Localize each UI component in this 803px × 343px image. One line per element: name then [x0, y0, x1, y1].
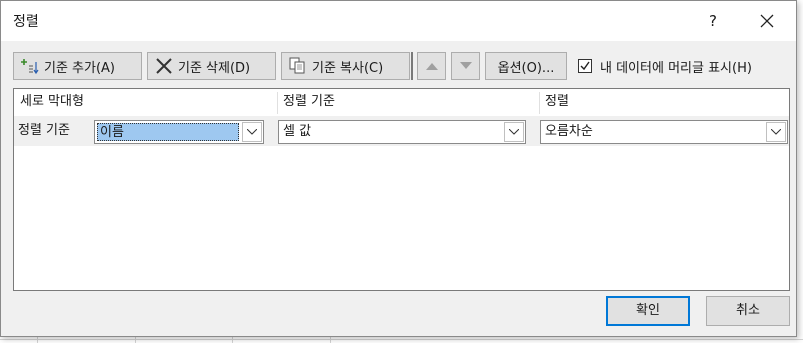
add-level-button[interactable]: 기준 추가(A) — [13, 52, 142, 80]
up-arrow-icon — [425, 63, 438, 70]
add-level-label: 기준 추가(A) — [44, 60, 116, 76]
move-up-button[interactable] — [417, 52, 446, 80]
down-arrow-icon — [459, 62, 472, 69]
close-icon — [760, 14, 774, 28]
help-button[interactable]: ? — [698, 7, 728, 35]
sort-on-select[interactable]: 셀 값 — [278, 120, 526, 144]
column-header-column: 세로 막대형 — [20, 94, 84, 109]
delete-level-label: 기준 삭제(D) — [178, 60, 251, 76]
column-select-value: 이름 — [97, 123, 239, 141]
options-label: 옵션(O)... — [497, 60, 555, 76]
move-down-button[interactable] — [451, 52, 480, 80]
chevron-down-icon — [247, 129, 257, 135]
order-dropdown-button[interactable] — [766, 122, 786, 142]
close-button[interactable] — [749, 7, 785, 35]
sort-levels-grid: 세로 막대형 정렬 기준 정렬 정렬 기준 이름 셀 값 오름차순 — [13, 88, 790, 291]
dialog-title: 정렬 — [13, 14, 39, 30]
copy-icon — [288, 57, 308, 75]
copy-level-button[interactable]: 기준 복사(C) — [281, 52, 410, 80]
cancel-button[interactable]: 취소 — [706, 296, 790, 326]
order-select[interactable]: 오름차순 — [540, 120, 788, 144]
ok-button[interactable]: 확인 — [606, 296, 690, 326]
order-select-value: 오름차순 — [545, 124, 593, 139]
delete-x-icon — [154, 57, 174, 75]
delete-level-button[interactable]: 기준 삭제(D) — [147, 52, 276, 80]
chevron-down-icon — [509, 129, 519, 135]
options-button[interactable]: 옵션(O)... — [485, 52, 567, 80]
sort-on-select-value: 셀 값 — [283, 124, 312, 139]
toolbar-separator — [411, 52, 413, 80]
column-select[interactable]: 이름 — [94, 120, 264, 144]
copy-level-label: 기준 복사(C) — [312, 60, 384, 76]
column-dropdown-button[interactable] — [242, 122, 262, 142]
header-checkbox-label: 내 데이터에 머리글 표시(H) — [600, 60, 752, 76]
title-bar: 정렬 ? — [1, 1, 796, 41]
header-checkbox[interactable] — [578, 59, 592, 73]
add-level-icon — [20, 57, 40, 75]
sort-level-label: 정렬 기준 — [18, 123, 70, 138]
column-header-sort-on: 정렬 기준 — [283, 94, 335, 109]
column-header-order: 정렬 — [545, 94, 569, 109]
checkmark-icon — [580, 61, 590, 71]
chevron-down-icon — [771, 129, 781, 135]
sort-level-row[interactable]: 정렬 기준 이름 셀 값 오름차순 — [14, 116, 789, 146]
sort-dialog: 정렬 ? 기준 추가(A) 기준 삭제(D) 기준 복사(C) 옵션(O)... — [0, 0, 797, 337]
sort-on-dropdown-button[interactable] — [504, 122, 524, 142]
header-checkbox-row[interactable]: 내 데이터에 머리글 표시(H) — [578, 56, 752, 76]
